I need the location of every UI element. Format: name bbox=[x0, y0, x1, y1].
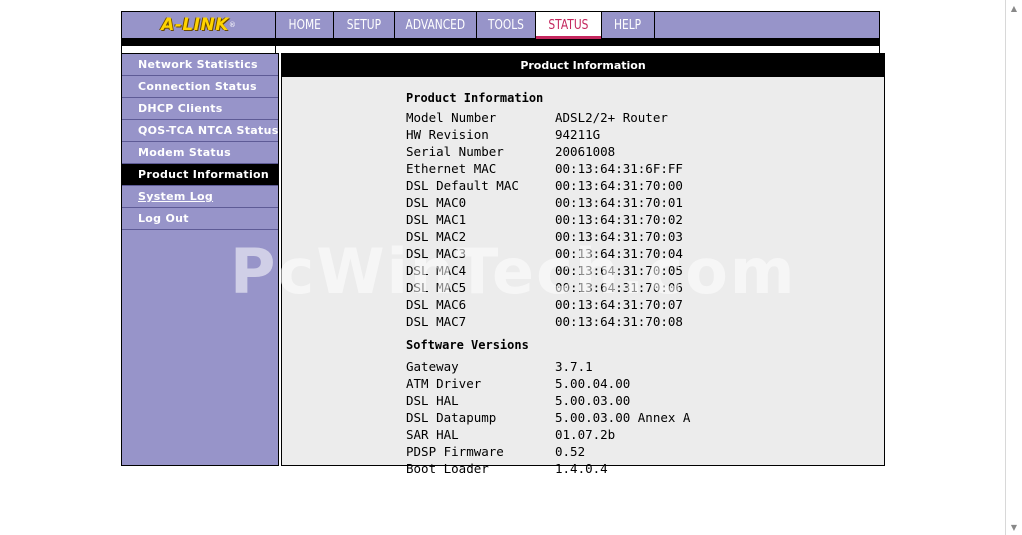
tab-advanced[interactable]: ADVANCED bbox=[394, 12, 476, 38]
row-label: DSL MAC1 bbox=[406, 212, 467, 227]
row-label: Boot Loader bbox=[406, 461, 489, 476]
row-label: DSL HAL bbox=[406, 393, 459, 408]
row-label: DSL MAC3 bbox=[406, 246, 467, 261]
row-value: 0.52 bbox=[555, 444, 586, 459]
row-value: 00:13:64:31:70:01 bbox=[555, 195, 683, 210]
panel-header: Product Information bbox=[282, 54, 884, 77]
scroll-down-arrow-icon[interactable]: ▼ bbox=[1006, 520, 1022, 534]
row-label: ATM Driver bbox=[406, 376, 482, 391]
row-value: 20061008 bbox=[555, 144, 616, 159]
row-label: Gateway bbox=[406, 359, 459, 374]
row-value: 1.4.0.4 bbox=[555, 461, 608, 476]
row-value: 01.07.2b bbox=[555, 427, 616, 442]
row-label: Serial Number bbox=[406, 144, 504, 159]
software-section-title: Software Versions bbox=[406, 338, 529, 352]
row-value: 00:13:64:31:70:06 bbox=[555, 280, 683, 295]
row-label: DSL Datapump bbox=[406, 410, 497, 425]
row-label: DSL MAC4 bbox=[406, 263, 467, 278]
row-label: DSL MAC7 bbox=[406, 314, 467, 329]
row-value: 5.00.03.00 bbox=[555, 393, 631, 408]
tab-setup[interactable]: SETUP bbox=[333, 12, 394, 38]
sidebar-item-qos-tca-ntca-status[interactable]: QOS-TCA NTCA Status bbox=[122, 120, 278, 142]
row-label: PDSP Firmware bbox=[406, 444, 504, 459]
sidebar-item-product-information[interactable]: Product Information bbox=[122, 164, 278, 186]
sidebar-item-dhcp-clients[interactable]: DHCP Clients bbox=[122, 98, 278, 120]
row-value: 00:13:64:31:70:05 bbox=[555, 263, 683, 278]
row-label: HW Revision bbox=[406, 127, 489, 142]
main-tabs: HOME SETUP ADVANCED TOOLS STATUS HELP bbox=[275, 12, 655, 39]
row-value: 94211G bbox=[555, 127, 601, 142]
vertical-scrollbar[interactable]: ▲ ▼ bbox=[1005, 0, 1022, 535]
row-value: 00:13:64:31:6F:FF bbox=[555, 161, 683, 176]
row-value: 5.00.03.00 Annex A bbox=[555, 410, 691, 425]
row-label: DSL MAC2 bbox=[406, 229, 467, 244]
row-label: DSL MAC5 bbox=[406, 280, 467, 295]
row-value: 00:13:64:31:70:03 bbox=[555, 229, 683, 244]
row-value: 00:13:64:31:70:00 bbox=[555, 178, 683, 193]
tab-status[interactable]: STATUS bbox=[535, 12, 601, 39]
row-label: SAR HAL bbox=[406, 427, 459, 442]
product-section-title: Product Information bbox=[406, 91, 544, 105]
sidebar-item-log-out[interactable]: Log Out bbox=[122, 208, 278, 230]
product-information-panel: Product Information Product Information … bbox=[281, 53, 885, 476]
sidebar-item-modem-status[interactable]: Modem Status bbox=[122, 142, 278, 164]
sidebar-item-connection-status[interactable]: Connection Status bbox=[122, 76, 278, 98]
status-sidebar: Network Statistics Connection Status DHC… bbox=[121, 53, 279, 466]
tab-tools[interactable]: TOOLS bbox=[476, 12, 535, 38]
sidebar-item-network-statistics[interactable]: Network Statistics bbox=[122, 54, 278, 76]
tab-home[interactable]: HOME bbox=[275, 12, 333, 38]
row-label: DSL MAC6 bbox=[406, 297, 467, 312]
registered-mark: ® bbox=[228, 21, 236, 29]
row-value: 5.00.04.00 bbox=[555, 376, 631, 391]
row-value: ADSL2/2+ Router bbox=[555, 110, 668, 125]
row-label: DSL MAC0 bbox=[406, 195, 467, 210]
scroll-up-arrow-icon[interactable]: ▲ bbox=[1006, 1, 1022, 15]
header-spacer bbox=[121, 46, 880, 53]
header-divider bbox=[121, 39, 880, 46]
row-value: 00:13:64:31:70:04 bbox=[555, 246, 683, 261]
row-label: DSL Default MAC bbox=[406, 178, 519, 193]
row-value: 3.7.1 bbox=[555, 359, 593, 374]
row-value: 00:13:64:31:70:08 bbox=[555, 314, 683, 329]
row-value: 00:13:64:31:70:07 bbox=[555, 297, 683, 312]
router-ui-frame: A-LINK ® HOME SETUP ADVANCED TOOLS STATUS… bbox=[121, 11, 885, 476]
top-navigation-bar: A-LINK ® HOME SETUP ADVANCED TOOLS STATUS… bbox=[121, 11, 880, 39]
row-label: Model Number bbox=[406, 110, 497, 125]
tab-help[interactable]: HELP bbox=[601, 12, 655, 38]
sidebar-item-system-log[interactable]: System Log bbox=[122, 186, 278, 208]
row-value: 00:13:64:31:70:02 bbox=[555, 212, 683, 227]
row-label: Ethernet MAC bbox=[406, 161, 497, 176]
a-link-logo: A-LINK ® bbox=[122, 12, 275, 38]
logo-text: A-LINK bbox=[161, 15, 229, 35]
